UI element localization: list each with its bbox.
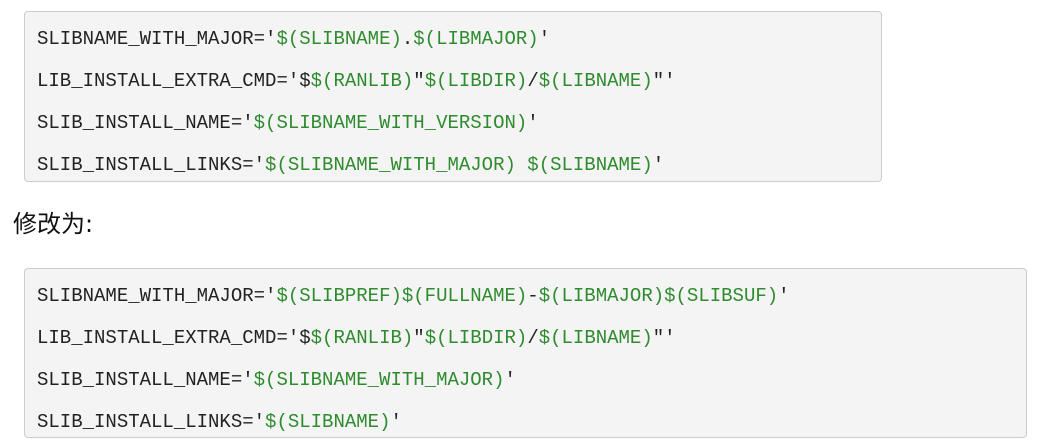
code-string-token: $(SLIBNAME_WITH_MAJOR) (253, 369, 505, 391)
code-token: . (401, 28, 414, 50)
code-token: SLIB_INSTALL_LINKS=' (37, 411, 266, 433)
code-token: - (527, 285, 539, 307)
code-line: SLIB_INSTALL_NAME='$(SLIBNAME_WITH_VERSI… (37, 102, 881, 144)
code-string-token: $(SLIBNAME) (265, 411, 391, 433)
code-token: / (527, 327, 539, 349)
code-string-token: $(LIBDIR) (424, 327, 528, 349)
section-heading: 修改为: (13, 210, 94, 238)
code-token: ' (778, 285, 790, 307)
code-token: LIB_INSTALL_EXTRA_CMD='$ (37, 327, 311, 349)
code-string-token: $(RANLIB) (310, 70, 414, 92)
code-string-token: $(RANLIB) (310, 327, 414, 349)
code-token: SLIB_INSTALL_NAME=' (37, 112, 254, 134)
code-line: SLIB_INSTALL_NAME='$(SLIBNAME_WITH_MAJOR… (37, 359, 1026, 401)
code-token: ' (527, 112, 539, 134)
code-string-token: $(SLIBNAME_WITH_MAJOR) (265, 154, 516, 176)
code-line: LIB_INSTALL_EXTRA_CMD='$$(RANLIB)"$(LIBD… (37, 317, 1026, 359)
code-token: ' (538, 28, 551, 50)
code-string-token: $(LIBMAJOR) (413, 28, 539, 50)
code-token: " (413, 327, 425, 349)
code-token: SLIB_INSTALL_NAME=' (37, 369, 254, 391)
code-block-before: SLIBNAME_WITH_MAJOR='$(SLIBNAME).$(LIBMA… (24, 11, 882, 182)
code-line: SLIB_INSTALL_LINKS='$(SLIBNAME_WITH_MAJO… (37, 144, 881, 186)
code-token: SLIB_INSTALL_LINKS=' (37, 154, 266, 176)
code-string-token: $(SLIBNAME) (276, 28, 402, 50)
code-string-token: $(LIBMAJOR) (538, 285, 665, 307)
code-string-token: $(LIBDIR) (424, 70, 528, 92)
code-string-token: $(LIBNAME) (538, 327, 653, 349)
code-token: SLIBNAME_WITH_MAJOR=' (37, 285, 277, 307)
code-token: ' (504, 369, 516, 391)
code-token: SLIBNAME_WITH_MAJOR=' (37, 28, 277, 50)
code-token: ' (390, 411, 402, 433)
code-string-token: $(FULLNAME) (401, 285, 528, 307)
code-line: SLIB_INSTALL_LINKS='$(SLIBNAME)' (37, 401, 1026, 443)
code-token: " (413, 70, 425, 92)
code-string-token: $(LIBNAME) (538, 70, 653, 92)
code-string-token: $(SLIBNAME_WITH_VERSION) (253, 112, 528, 134)
code-token: LIB_INSTALL_EXTRA_CMD='$ (37, 70, 311, 92)
code-line: SLIBNAME_WITH_MAJOR='$(SLIBPREF)$(FULLNA… (37, 275, 1026, 317)
code-string-token: $(SLIBNAME) (527, 154, 653, 176)
code-token: ' (652, 154, 665, 176)
code-block-after: SLIBNAME_WITH_MAJOR='$(SLIBPREF)$(FULLNA… (24, 268, 1027, 438)
code-string-token: $(SLIBPREF) (276, 285, 402, 307)
code-token: "' (652, 70, 676, 92)
code-string-token: $(SLIBSUF) (664, 285, 779, 307)
code-line: LIB_INSTALL_EXTRA_CMD='$$(RANLIB)"$(LIBD… (37, 60, 881, 102)
code-token: "' (652, 327, 676, 349)
code-line: SLIBNAME_WITH_MAJOR='$(SLIBNAME).$(LIBMA… (37, 18, 881, 60)
code-token: / (527, 70, 539, 92)
